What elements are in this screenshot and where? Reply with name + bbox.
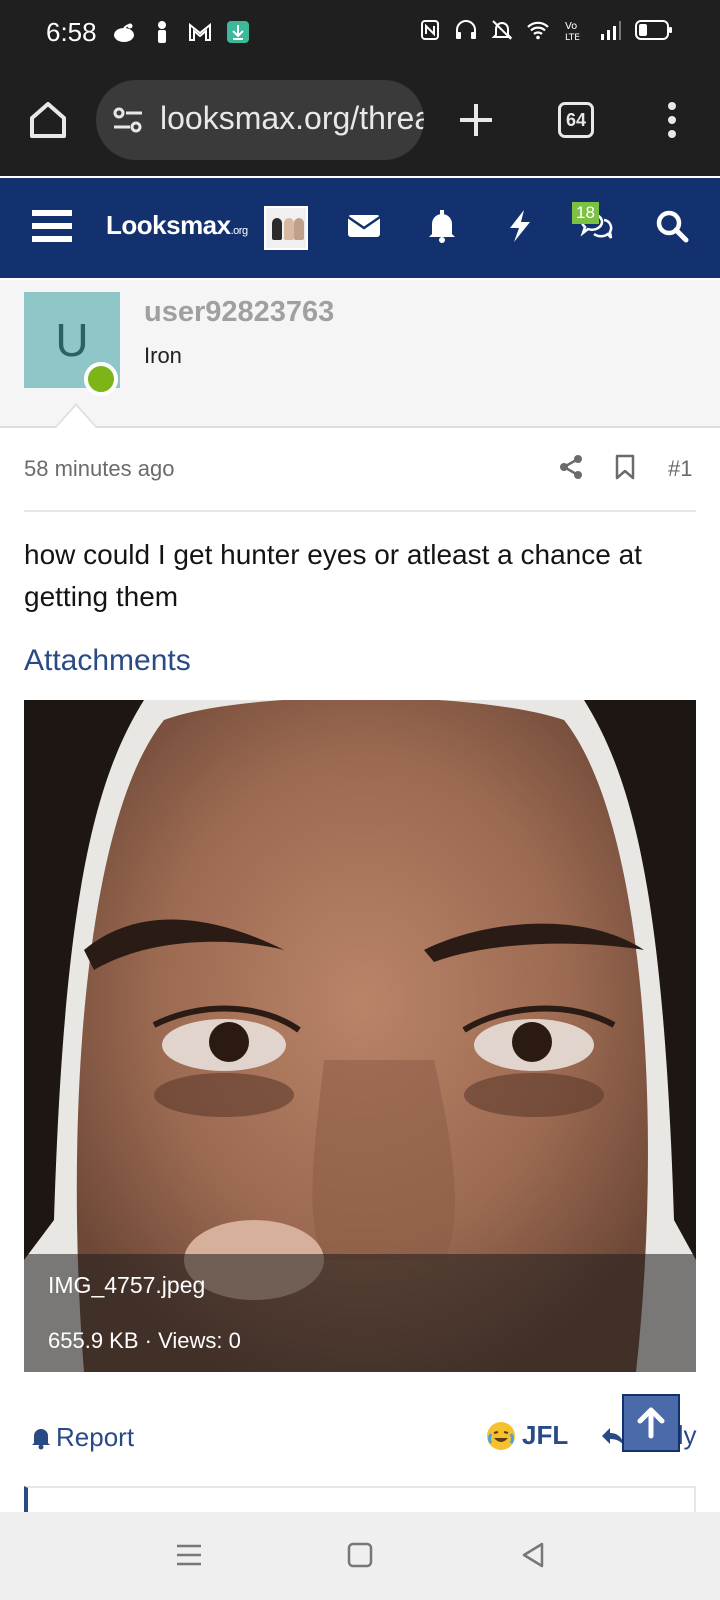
hamburger-menu-icon[interactable] <box>32 208 72 244</box>
user-title: Iron <box>144 343 182 368</box>
browser-toolbar: looksmax.org/threads 64 <box>0 64 720 176</box>
logo-text: Looksmax <box>106 210 231 240</box>
more-options-icon[interactable] <box>660 98 684 142</box>
silent-icon <box>491 20 513 40</box>
post-body: how could I get hunter eyes or atleast a… <box>24 539 642 612</box>
url-text[interactable]: looksmax.org/threads <box>160 100 424 137</box>
site-logo[interactable]: Looksmax.org <box>106 210 248 241</box>
svg-text:LTE: LTE <box>565 33 580 42</box>
tab-switcher-button[interactable]: 64 <box>558 102 594 138</box>
attachment-thumbnail[interactable]: IMG_4757.jpeg 655.9 KB · Views: 0 <box>24 700 696 1372</box>
attachment-filename[interactable]: IMG_4757.jpeg <box>48 1272 205 1299</box>
recent-apps-icon[interactable] <box>174 1540 204 1570</box>
volte-icon: VoLTE <box>565 21 580 42</box>
arrow-up-icon <box>637 1407 665 1439</box>
conversations-badge: 18 <box>572 202 599 224</box>
bell-icon <box>32 1428 50 1449</box>
bookmark-icon[interactable] <box>614 454 636 480</box>
status-time: 6:58 <box>46 17 97 47</box>
system-navigation-bar <box>0 1512 720 1600</box>
new-tab-icon[interactable] <box>454 98 498 142</box>
gmail-icon <box>189 22 211 41</box>
inbox-icon[interactable] <box>346 208 382 244</box>
nfc-icon <box>421 20 439 40</box>
username[interactable]: user92823763 <box>144 296 334 329</box>
url-bar[interactable]: looksmax.org/threads <box>96 80 424 160</box>
attachments-heading: Attachments <box>24 644 191 677</box>
report-label: Report <box>56 1422 135 1452</box>
account-avatar[interactable] <box>264 206 308 250</box>
report-button[interactable]: Report <box>30 1422 134 1453</box>
headset-icon <box>456 20 476 39</box>
author-pointer <box>56 406 96 428</box>
reddit-icon <box>114 23 134 42</box>
scroll-to-top-button[interactable] <box>622 1394 680 1452</box>
site-settings-icon[interactable] <box>112 106 144 134</box>
site-header: Looksmax.org 18 <box>0 178 720 278</box>
wifi-icon <box>527 21 549 40</box>
divider <box>24 510 696 512</box>
status-bar: 6:58 Vo LTE <box>0 0 720 64</box>
post-timestamp[interactable]: 58 minutes ago <box>24 456 174 482</box>
home-icon[interactable] <box>26 98 70 142</box>
back-icon[interactable] <box>518 1540 548 1570</box>
battery-icon <box>635 20 672 40</box>
download-icon <box>227 21 249 43</box>
svg-text:Vo: Vo <box>565 21 577 32</box>
home-nav-icon[interactable] <box>345 1540 375 1570</box>
alerts-bell-icon[interactable] <box>424 208 460 244</box>
search-icon[interactable] <box>654 208 690 244</box>
logo-suffix: .org <box>230 225 248 237</box>
attachment-caption: IMG_4757.jpeg 655.9 KB · Views: 0 <box>24 1254 696 1372</box>
post-number-link[interactable]: #1 <box>668 456 692 482</box>
post-author-row: U user92823763 Iron <box>0 280 720 428</box>
online-status-indicator <box>84 362 118 396</box>
crying-laughing-emoji-icon <box>487 1421 515 1450</box>
signal-icon <box>601 21 621 40</box>
whats-new-bolt-icon[interactable] <box>502 208 538 244</box>
attachment-info: 655.9 KB · Views: 0 <box>48 1328 241 1353</box>
reaction-label: JFL <box>522 1420 569 1450</box>
reaction-button[interactable]: JFL <box>486 1420 568 1451</box>
share-icon[interactable] <box>558 454 584 480</box>
notification-icon <box>158 21 166 43</box>
